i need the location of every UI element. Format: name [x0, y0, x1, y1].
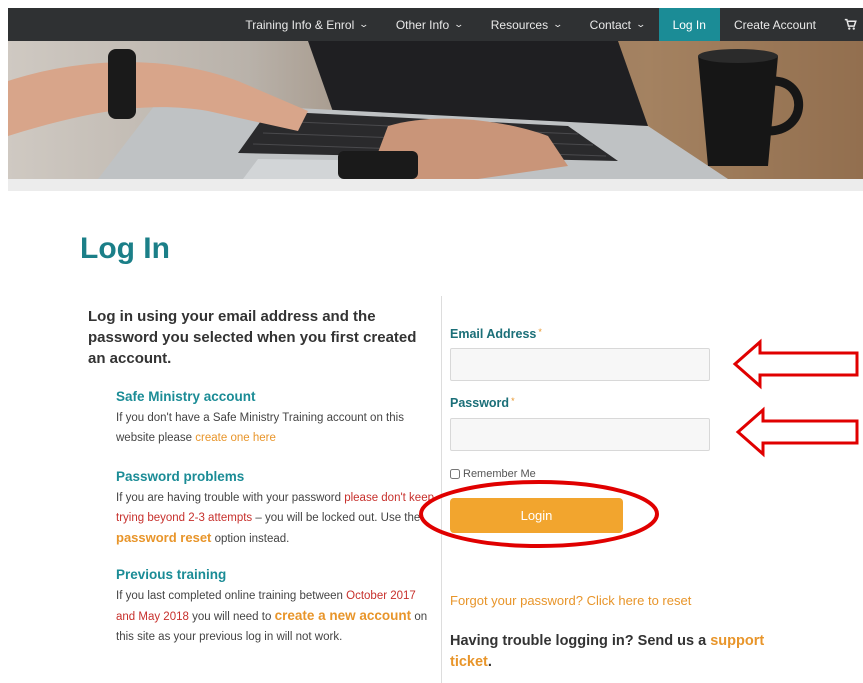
nav-create-account[interactable]: Create Account: [720, 8, 830, 41]
password-input[interactable]: [450, 418, 710, 451]
nav-log-in[interactable]: Log In: [658, 8, 720, 41]
password-problems-text: If you are having trouble with your pass…: [116, 492, 434, 545]
arrow-left-icon: [732, 338, 859, 390]
safe-ministry-section: Safe Ministry account If you don't have …: [116, 389, 436, 448]
shopping-cart-icon[interactable]: [830, 8, 863, 41]
intro-text: Log in using your email address and the …: [88, 308, 417, 367]
hero-bottom-band: [8, 179, 863, 191]
trouble-logging-in-text: Having trouble logging in? Send us a sup…: [450, 633, 765, 670]
password-label: Password *: [450, 396, 515, 410]
arrow-left-icon: [735, 406, 859, 458]
nav-other-info[interactable]: Other Info ⌄: [382, 8, 477, 41]
hero-laptop-illustration: [8, 41, 863, 179]
cart-glyph: [844, 18, 857, 30]
hero-banner: [8, 41, 863, 179]
safe-ministry-text: If you don't have a Safe Ministry Traini…: [116, 412, 404, 444]
email-input[interactable]: [450, 348, 710, 381]
column-divider: [441, 296, 442, 683]
login-button[interactable]: Login: [450, 498, 623, 533]
nav-contact[interactable]: Contact ⌄: [576, 8, 659, 41]
chevron-down-icon: ⌄: [552, 19, 564, 29]
nav-resources[interactable]: Resources ⌄: [477, 8, 576, 41]
chevron-down-icon: ⌄: [358, 19, 370, 29]
required-mark: *: [538, 327, 542, 337]
previous-training-title: Previous training: [116, 567, 227, 582]
chevron-down-icon: ⌄: [453, 19, 465, 29]
password-problems-title: Password problems: [116, 469, 245, 484]
password-reset-link[interactable]: password reset: [116, 530, 211, 545]
safe-ministry-title: Safe Ministry account: [116, 389, 256, 404]
password-problems-section: Password problems If you are having trou…: [116, 469, 434, 549]
nav-training-info[interactable]: Training Info & Enrol ⌄: [231, 8, 382, 41]
top-nav: Training Info & Enrol ⌄ Other Info ⌄ Res…: [8, 8, 863, 41]
previous-training-text: If you last completed online training be…: [116, 590, 428, 643]
remember-me-checkbox[interactable]: [450, 469, 460, 479]
create-new-account-link[interactable]: create a new account: [275, 608, 412, 623]
chevron-down-icon: ⌄: [635, 19, 647, 29]
create-one-here-link[interactable]: create one here: [195, 432, 276, 444]
forgot-password-link[interactable]: Forgot your password? Click here to rese…: [450, 593, 691, 608]
required-mark: *: [511, 396, 515, 406]
page-title: Log In: [80, 232, 170, 265]
remember-me[interactable]: Remember Me: [450, 468, 536, 480]
email-label: Email Address *: [450, 327, 542, 341]
previous-training-section: Previous training If you last completed …: [116, 567, 438, 647]
